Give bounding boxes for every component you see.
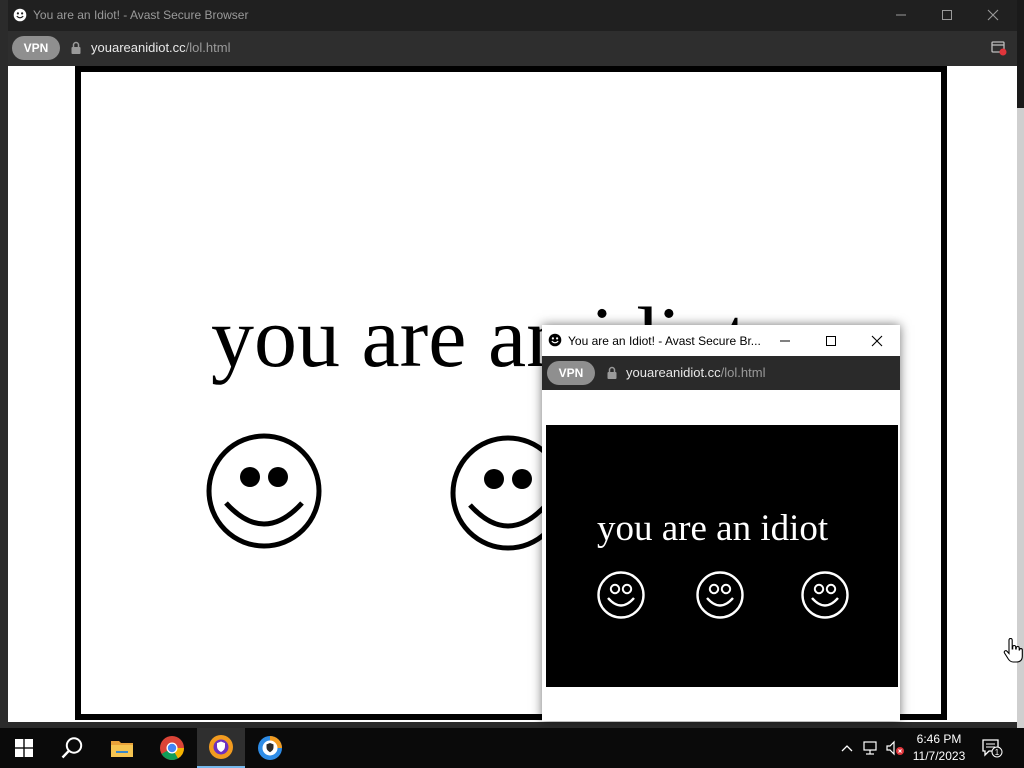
avast-secure-browser-icon-2 <box>258 736 282 760</box>
close-icon <box>871 335 883 346</box>
popup-page-viewport[interactable]: you are an idiot <box>542 390 900 721</box>
smiley-favicon-icon <box>548 333 562 347</box>
lock-icon[interactable] <box>606 366 618 380</box>
popup-close-button[interactable] <box>854 325 900 356</box>
url-path: /lol.html <box>185 40 231 55</box>
system-clock[interactable]: 6:46 PM 11/7/2023 <box>904 731 974 765</box>
hand-cursor-icon <box>1003 638 1023 663</box>
taskbar: 6:46 PM 11/7/2023 1 <box>0 728 1024 768</box>
url-domain: youareanidiot.cc <box>91 40 186 55</box>
network-icon <box>863 741 877 755</box>
notification-icon: 1 <box>982 739 1003 758</box>
popup-vpn-button[interactable]: VPN <box>547 361 595 385</box>
taskbar-chrome[interactable] <box>148 728 196 768</box>
smiley-face-icon <box>597 571 645 619</box>
clock-time: 6:46 PM <box>916 732 962 746</box>
popup-address-bar[interactable]: VPN youareanidiot.cc/lol.html <box>542 356 900 390</box>
network-tray-button[interactable] <box>860 728 882 768</box>
url-domain: youareanidiot.cc <box>626 365 721 380</box>
lock-icon[interactable] <box>70 41 82 55</box>
minimize-icon <box>780 340 790 341</box>
minimize-icon <box>896 14 906 16</box>
avast-secure-browser-icon <box>209 735 233 759</box>
vpn-button[interactable]: VPN <box>12 36 60 60</box>
popup-window-title: You are an Idiot! - Avast Secure Br... <box>568 334 761 348</box>
notification-count: 1 <box>995 748 1000 757</box>
close-icon <box>987 9 999 21</box>
desktop-background <box>1017 0 1024 728</box>
popup-url-field[interactable]: youareanidiot.cc/lol.html <box>626 365 765 380</box>
file-explorer-icon <box>111 741 133 757</box>
title-bar[interactable]: You are an Idiot! - Avast Secure Browser <box>8 0 1017 31</box>
chevron-up-icon <box>841 745 853 752</box>
show-hidden-icons-button[interactable] <box>838 728 856 768</box>
minimize-button[interactable] <box>881 4 921 26</box>
taskbar-file-explorer[interactable] <box>98 728 146 768</box>
taskbar-avast-browser-2[interactable] <box>246 728 294 768</box>
windows-logo-icon <box>15 739 33 757</box>
smiley-face-icon <box>696 571 744 619</box>
window-title: You are an Idiot! - Avast Secure Browser <box>33 8 249 22</box>
popup-maximize-button[interactable] <box>808 325 854 356</box>
popup-minimize-button[interactable] <box>762 325 808 356</box>
search-icon <box>61 737 83 759</box>
url-path: /lol.html <box>720 365 766 380</box>
popup-page-content: you are an idiot <box>546 425 898 687</box>
smiley-face-icon <box>206 433 322 549</box>
start-button[interactable] <box>0 728 48 768</box>
popup-title-bar[interactable]: You are an Idiot! - Avast Secure Br... <box>542 325 900 356</box>
url-field[interactable]: youareanidiot.cc/lol.html <box>91 40 230 55</box>
maximize-button[interactable] <box>927 4 967 26</box>
smiley-favicon-icon <box>13 8 27 22</box>
notification-center-button[interactable]: 1 <box>980 728 1004 768</box>
address-bar[interactable]: VPN youareanidiot.cc/lol.html <box>8 31 1017 66</box>
clock-date: 11/7/2023 <box>912 749 966 763</box>
volume-muted-icon <box>886 740 904 756</box>
popup-blocked-icon[interactable] <box>991 40 1007 56</box>
volume-tray-button[interactable] <box>884 728 906 768</box>
maximize-icon <box>826 335 836 346</box>
smiley-face-icon <box>801 571 849 619</box>
search-button[interactable] <box>48 728 96 768</box>
chrome-icon <box>160 736 184 761</box>
popup-browser-window[interactable]: You are an Idiot! - Avast Secure Br... V… <box>542 325 900 721</box>
taskbar-avast-browser-active[interactable] <box>197 728 245 768</box>
maximize-icon <box>942 10 952 20</box>
close-button[interactable] <box>973 4 1013 26</box>
popup-headline-text: you are an idiot <box>597 508 829 549</box>
